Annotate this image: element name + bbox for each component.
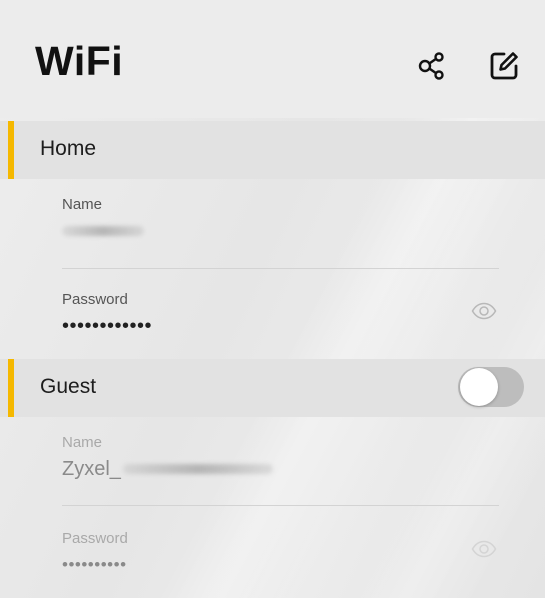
guest-section-title: Guest [40, 375, 97, 398]
guest-toggle-knob [460, 368, 498, 406]
guest-password-field: Password •••••••••• [62, 530, 499, 577]
guest-name-field: Name Zyxel_ [62, 434, 499, 481]
share-button[interactable] [410, 44, 454, 88]
home-name-obscured [62, 226, 144, 236]
home-divider [62, 268, 499, 269]
home-password-field[interactable]: Password •••••••••••• [62, 291, 499, 338]
home-password-label: Password [62, 291, 128, 308]
home-section-title: Home [40, 137, 97, 160]
eye-icon [471, 540, 497, 558]
home-name-field[interactable]: Name [62, 196, 499, 243]
home-name-label: Name [62, 196, 103, 213]
header: WiFi [0, 0, 545, 118]
edit-icon [490, 52, 518, 80]
guest-divider [62, 505, 499, 506]
home-show-password-button[interactable] [468, 299, 500, 323]
eye-icon [471, 302, 497, 320]
guest-name-obscured [122, 464, 273, 474]
home-name-value [62, 219, 499, 243]
guest-toggle[interactable] [458, 367, 524, 407]
edit-button[interactable] [482, 44, 526, 88]
wifi-screen: WiFi Home Name Password •••••••••••• Gue… [0, 0, 545, 598]
guest-name-label: Name [62, 434, 103, 451]
guest-password-label: Password [62, 530, 128, 547]
guest-name-value: Zyxel_ [62, 457, 499, 481]
guest-show-password-button [468, 537, 500, 561]
home-accent-bar [8, 121, 14, 179]
home-section-header: Home [0, 121, 545, 179]
page-title: WiFi [35, 38, 124, 84]
guest-password-value: •••••••••• [62, 555, 127, 574]
guest-accent-bar [8, 359, 14, 417]
share-icon [418, 52, 444, 80]
home-password-value: •••••••••••• [62, 315, 153, 337]
